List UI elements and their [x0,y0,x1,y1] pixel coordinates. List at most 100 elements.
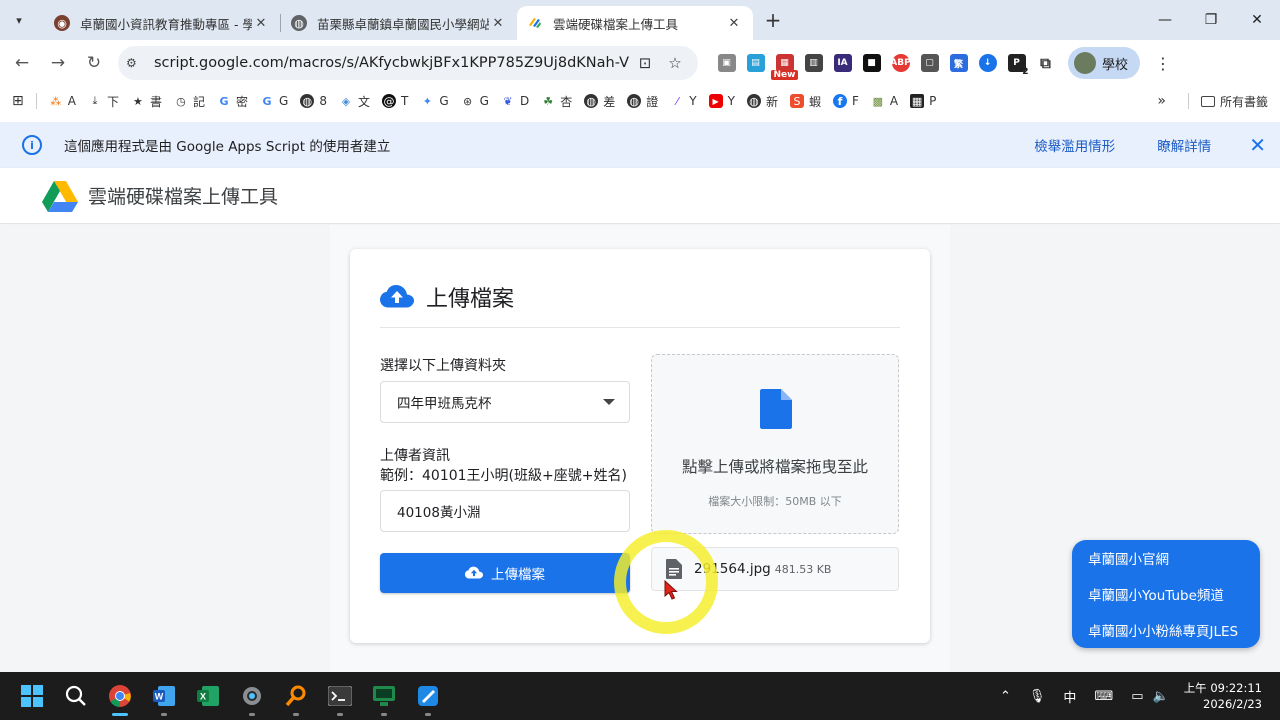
extension-icon[interactable]: P2 [1003,49,1031,77]
dropdown-caret-icon [603,399,615,405]
network-icon[interactable]: ▭ [1131,689,1143,704]
bookmark-item[interactable]: ◷ 記 [174,93,205,110]
download-icon[interactable]: ↓ [974,49,1002,77]
bookmark-item[interactable]: ☘ 杏 [541,93,572,110]
bookmark-item[interactable]: ◍ 證 [627,93,658,110]
tab-title: 苗栗縣卓蘭鎮卓蘭國民小學網站 [317,16,489,32]
bookmark-item[interactable]: ❦ D [501,94,529,108]
app-header: 雲端硬碟檔案上傳工具 [0,168,1280,224]
extension-icon[interactable]: ▣ [713,49,741,77]
running-indicator [337,713,343,716]
bookmark-item[interactable]: ◍ 差 [584,93,615,110]
word-icon[interactable]: W [142,674,186,718]
clock[interactable]: 上午 09:22:11 2026/2/23 [1184,680,1262,712]
terminal-icon[interactable] [318,674,362,718]
adblock-icon[interactable]: ABP [887,49,915,77]
reload-icon[interactable]: ↻ [76,45,112,81]
school-website-link[interactable]: 卓蘭國小官網 [1088,550,1260,586]
volume-icon[interactable]: 🔈 [1153,689,1169,704]
tab-close-icon[interactable]: ✕ [489,16,507,31]
bookmark-item[interactable]: ◍ 8 [300,94,327,108]
search-icon[interactable] [54,674,98,718]
extension-icon[interactable]: 繁 [945,49,973,77]
learn-more-link[interactable]: 瞭解詳情 [1157,135,1211,155]
close-icon[interactable]: ✕ [1249,133,1266,157]
bookmark-item[interactable]: ◈ 文 [339,93,370,110]
fan-page-link[interactable]: 卓蘭國小小粉絲專頁JLES [1088,622,1260,658]
divider [380,327,900,328]
excel-icon[interactable]: X [186,674,230,718]
url-text[interactable]: script.google.com/macros/s/AKfycbwkjBFx1… [154,55,630,71]
address-bar[interactable]: ⚙ script.google.com/macros/s/AKfycbwkjBF… [118,46,698,80]
bookmark-item[interactable]: ★ 書 [131,93,162,110]
shopee-icon: S [789,94,804,108]
monitor-app-icon[interactable] [362,674,406,718]
bookmark-item[interactable]: fF [832,94,859,108]
bookmark-item[interactable]: ▦ P [910,94,936,108]
folder-icon [1200,95,1215,107]
mouse-cursor-icon [664,580,678,600]
all-bookmarks-button[interactable]: 所有書籤 [1200,93,1268,110]
tab-close-icon[interactable]: ✕ [252,16,270,31]
search-app-icon[interactable] [274,674,318,718]
extensions-puzzle-icon[interactable]: ⧉ [1032,49,1060,77]
upload-button-label: 上傳檔案 [491,567,545,583]
file-dropzone[interactable]: 點擊上傳或將檔案拖曳至此 檔案大小限制：50MB 以下 [651,354,899,534]
microphone-icon[interactable]: 🎙 [1029,689,1046,704]
bookmark-item[interactable]: ⤓ 下 [88,93,119,110]
bookmark-item[interactable]: ⁄ Y [670,94,696,108]
restore-icon[interactable]: ❐ [1188,0,1234,40]
site-info-icon[interactable]: ⚙ [126,56,148,70]
start-windows-icon[interactable] [10,674,54,718]
bookmark-item[interactable]: ▶ Y [708,94,735,108]
apps-grid-icon[interactable]: ⊞ [12,93,24,109]
bookmark-item[interactable]: S蝦 [789,93,821,110]
keyboard-icon[interactable]: ⌨ [1094,689,1113,704]
bookmark-item[interactable]: @ T [381,94,408,108]
translate-icon: ◈ [341,94,351,108]
extension-icon[interactable]: ▥ [800,49,828,77]
extension-icon[interactable]: ▤ [742,49,770,77]
upload-button[interactable]: 上傳檔案 [380,553,630,593]
bookmark-item[interactable]: ✦ G [420,94,449,108]
clock-time: 上午 09:22:11 [1183,681,1262,695]
folder-select[interactable]: 四年甲班馬克杯 [380,381,630,423]
apps-script-infobar: i 這個應用程式是由 Google Apps Script 的使用者建立 檢舉濫… [0,122,1280,168]
extension-icon[interactable]: ▢ [916,49,944,77]
extension-icon[interactable]: ■ [858,49,886,77]
tab-2[interactable]: ◍ 苗栗縣卓蘭鎮卓蘭國民小學網站 ✕ [281,6,517,40]
report-abuse-link[interactable]: 檢舉濫用情形 [1034,135,1115,155]
extension-icon[interactable]: ▦ New [770,49,799,80]
cloud-upload-icon [380,285,414,308]
ime-indicator[interactable]: 中 [1063,687,1076,706]
bookmark-item[interactable]: ⁂ A [49,94,76,108]
uploader-input[interactable]: 40108黃小淵 [380,490,630,532]
close-window-icon[interactable]: ✕ [1234,0,1280,40]
new-tab-button[interactable]: + [759,8,787,32]
tab-1[interactable]: ◉ 卓蘭國小資訊教育推動專區 - 學 ✕ [44,6,280,40]
bookmark-item[interactable]: ⊛ G [461,94,489,108]
chrome-icon[interactable] [98,674,142,718]
bookmark-item[interactable]: ◍ 新 [746,93,778,110]
bookmark-item[interactable]: GG [260,94,289,108]
menu-kebab-icon[interactable]: ⋮ [1146,54,1180,73]
lens-icon[interactable]: ⊡ [630,54,660,72]
back-icon[interactable]: ← [4,45,40,81]
minimize-icon[interactable]: — [1142,0,1188,40]
app-icon[interactable] [406,674,450,718]
chevron-up-icon[interactable]: ⌃ [1000,689,1011,704]
bookmark-star-icon[interactable]: ☆ [660,54,690,72]
profile-button[interactable]: 學校 [1068,47,1141,79]
tab-3-active[interactable]: 雲端硬碟檔案上傳工具 ✕ [517,6,753,40]
forward-icon[interactable]: → [40,45,76,81]
tab-search-button[interactable]: ▾ [6,7,32,33]
extension-count-badge: 2 [1022,67,1029,77]
settings-gear-icon[interactable] [230,674,274,718]
bookmarks-overflow-icon[interactable]: » [1157,93,1166,109]
bookmark-item[interactable]: G密 [217,93,248,110]
infobar-message: 這個應用程式是由 Google Apps Script 的使用者建立 [64,139,391,155]
tab-close-icon[interactable]: ✕ [725,16,743,31]
youtube-channel-link[interactable]: 卓蘭國小YouTube頻道 [1088,586,1260,622]
bookmark-item[interactable]: ▩ A [871,94,898,108]
extension-icon[interactable]: IA [829,49,857,77]
